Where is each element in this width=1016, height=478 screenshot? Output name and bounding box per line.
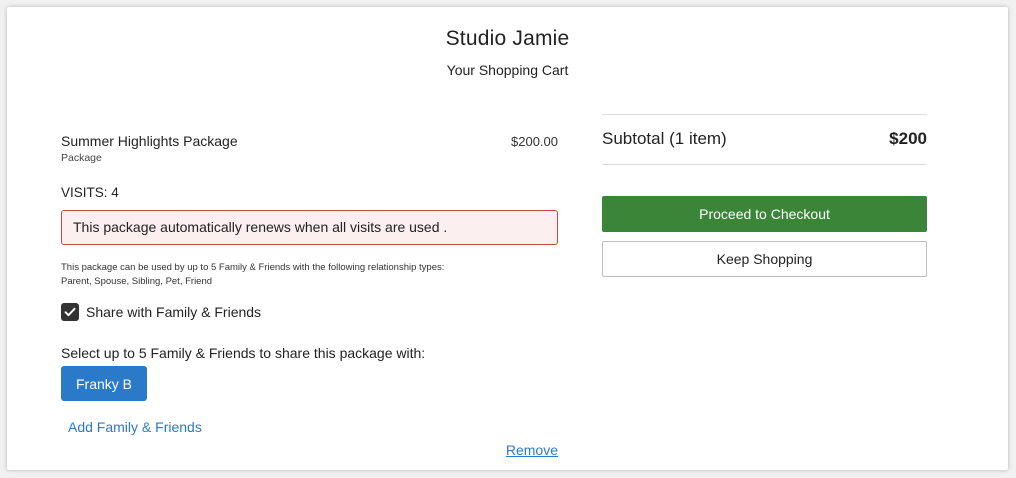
summary-bottom-divider [602, 164, 927, 165]
subtotal-row: Subtotal (1 item) $200 [602, 129, 927, 149]
auto-renew-notice: This package automatically renews when a… [61, 210, 558, 245]
share-toggle-row[interactable]: Share with Family & Friends [61, 303, 261, 321]
proceed-to-checkout-button[interactable]: Proceed to Checkout [602, 196, 927, 232]
shopping-cart-card: Studio Jamie Your Shopping Cart Summer H… [7, 7, 1008, 470]
friend-chip-franky-b[interactable]: Franky B [61, 366, 147, 401]
select-friends-label: Select up to 5 Family & Friends to share… [61, 345, 426, 361]
check-icon [64, 307, 76, 317]
share-info-text: This package can be used by up to 5 Fami… [61, 261, 444, 289]
cart-item-section: Summer Highlights Package Package $200.0… [61, 7, 558, 470]
add-family-friends-link[interactable]: Add Family & Friends [68, 419, 202, 435]
visits-value: 4 [111, 185, 119, 200]
subtotal-label: Subtotal (1 item) [602, 129, 727, 148]
share-info-line-1: This package can be used by up to 5 Fami… [61, 262, 445, 273]
share-checkbox[interactable] [61, 303, 79, 321]
visits-count: VISITS: 4 [61, 185, 119, 200]
keep-shopping-button[interactable]: Keep Shopping [602, 241, 927, 277]
remove-item-link[interactable]: Remove [506, 442, 558, 458]
item-price: $200.00 [511, 134, 558, 149]
share-info-line-2: Parent, Spouse, Sibling, Pet, Friend [61, 276, 213, 287]
order-summary: Subtotal (1 item) $200 Proceed to Checko… [602, 7, 927, 470]
item-name: Summer Highlights Package [61, 133, 238, 149]
summary-top-divider [602, 114, 927, 115]
subtotal-value: $200 [889, 129, 927, 148]
share-checkbox-label[interactable]: Share with Family & Friends [86, 304, 261, 320]
visits-label: VISITS: [61, 185, 108, 200]
item-type: Package [61, 152, 102, 164]
